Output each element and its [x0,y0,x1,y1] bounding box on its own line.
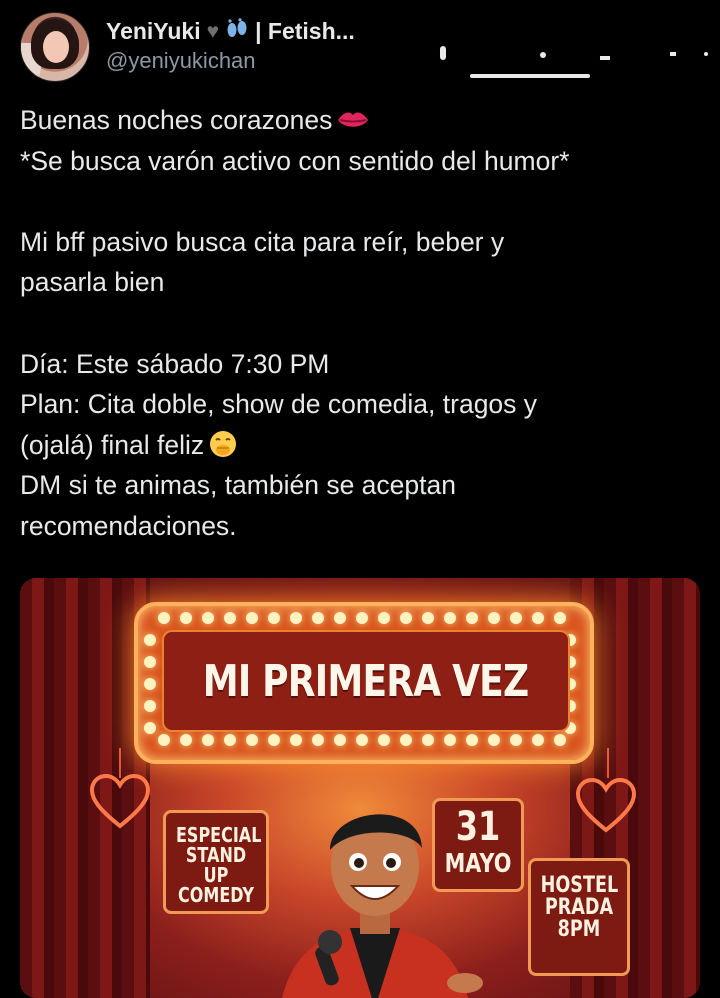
tweet-line: Plan: Cita doble, show de comedia, trago… [20,389,538,420]
marquee-bulb [466,612,478,624]
marquee-bulb [246,734,258,746]
kiss-mark-icon [336,102,370,127]
author-handle[interactable]: @yeniyukichan [106,48,256,74]
marquee-bulb [510,612,522,624]
marquee-bulb [180,734,192,746]
marquee-bulb [334,734,346,746]
tweet-line: (ojalá) final feliz [20,425,710,466]
marquee-bulb [554,612,566,624]
neon-heart-right-icon [576,778,636,833]
marquee-bulb [268,612,280,624]
tweet-line: pasarla bien [20,267,165,298]
marquee-bulb [224,734,236,746]
marquee-bulb [202,612,214,624]
marquee-bulb [422,612,434,624]
marquee-bulb [180,612,192,624]
marquee-bulb [378,612,390,624]
sign-venue: HOSTEL PRADA 8PM [528,858,630,976]
footprints-icon [225,18,249,44]
marquee-bulb [356,734,368,746]
author-name-row[interactable]: YeniYuki ♥ | Fetish... [106,16,355,46]
marquee-bulb [554,734,566,746]
tweet-body: Buenas noches corazones *Se busca varón … [20,100,710,547]
tweet-line: *Se busca varón activo con sentido del h… [20,145,570,176]
marquee-bulb [144,634,156,646]
marquee-bulb [444,612,456,624]
marquee-bulb [144,700,156,712]
tweet-line: Día: Este sábado 7:30 PM [20,348,330,379]
marquee-bulb [444,734,456,746]
tweet-line: Mi bff pasivo busca cita para reír, bebe… [20,226,505,257]
author-display-name[interactable]: YeniYuki [106,18,201,45]
marquee-bulb [400,612,412,624]
marquee-bulb [312,612,324,624]
marquee-bulb [290,734,302,746]
heart-string [607,748,609,778]
tweet-header: YeniYuki ♥ | Fetish... @yeniyukichan [20,12,710,82]
marquee-bulb [378,734,390,746]
sign-date: 31 MAYO [432,798,524,892]
marquee-bulb [334,612,346,624]
marquee-bulb [488,734,500,746]
marquee-bulb [268,734,280,746]
tweet-image-poster[interactable]: MI PRIMERA VEZ ESPECIAL STAND UP COMEDY … [20,578,700,998]
tweet-line: recomendaciones. [20,510,237,541]
tweet-line: Buenas noches corazones [20,100,710,141]
marquee-bulb [488,612,500,624]
sign-especial-standup: ESPECIAL STAND UP COMEDY [163,810,269,914]
marquee-bulb [158,734,170,746]
marquee-bulb [532,612,544,624]
marquee-bulb [312,734,324,746]
marquee-bulb [144,722,156,734]
marquee-bulb [224,612,236,624]
redaction-scribble [440,26,710,86]
marquee-sign: MI PRIMERA VEZ [134,602,594,764]
face-with-hand-over-mouth-icon [208,429,238,459]
marquee-bulb [202,734,214,746]
marquee-bulb [466,734,478,746]
marquee-bulb [290,612,302,624]
marquee-bulb [158,612,170,624]
avatar[interactable] [20,12,90,82]
marquee-bulb [400,734,412,746]
marquee-bulb [144,678,156,690]
marquee-title: MI PRIMERA VEZ [203,655,529,707]
author-name-suffix[interactable]: | Fetish... [255,18,355,45]
tweet-line: DM si te animas, también se aceptan [20,470,456,501]
black-heart-icon: ♥ [206,19,220,43]
marquee-bulb [422,734,434,746]
marquee-bulb [532,734,544,746]
marquee-bulb [510,734,522,746]
marquee-bulb [246,612,258,624]
marquee-bulb [144,656,156,668]
neon-heart-left-icon [90,774,150,829]
marquee-bulb [356,612,368,624]
